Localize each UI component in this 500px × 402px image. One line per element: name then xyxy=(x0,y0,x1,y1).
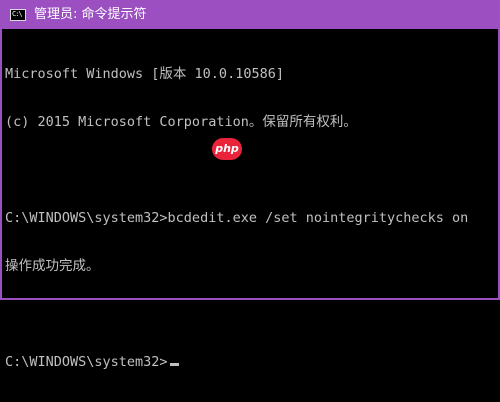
console-line-prompt[interactable]: C:\WINDOWS\system32> xyxy=(5,354,498,370)
command-prompt-window: C:\ 管理员: 命令提示符 Microsoft Windows [版本 10.… xyxy=(0,0,500,370)
console-line-version: Microsoft Windows [版本 10.0.10586] xyxy=(5,66,284,82)
cmd-icon: C:\ xyxy=(10,8,26,21)
prompt-text: C:\WINDOWS\system32> xyxy=(5,354,168,370)
console-line-copyright: (c) 2015 Microsoft Corporation。保留所有权利。 xyxy=(5,114,357,130)
console-output[interactable]: Microsoft Windows [版本 10.0.10586] (c) 20… xyxy=(2,29,498,402)
title-bar[interactable]: C:\ 管理员: 命令提示符 xyxy=(2,0,498,29)
console-line-result: 操作成功完成。 xyxy=(5,258,100,274)
text-cursor xyxy=(169,363,179,366)
console-line-command: C:\WINDOWS\system32>bcdedit.exe /set noi… xyxy=(5,210,469,226)
window-title: 管理员: 命令提示符 xyxy=(34,7,147,22)
cmd-icon-glyph: C:\ xyxy=(12,9,23,18)
php-watermark-logo: php xyxy=(212,138,242,160)
